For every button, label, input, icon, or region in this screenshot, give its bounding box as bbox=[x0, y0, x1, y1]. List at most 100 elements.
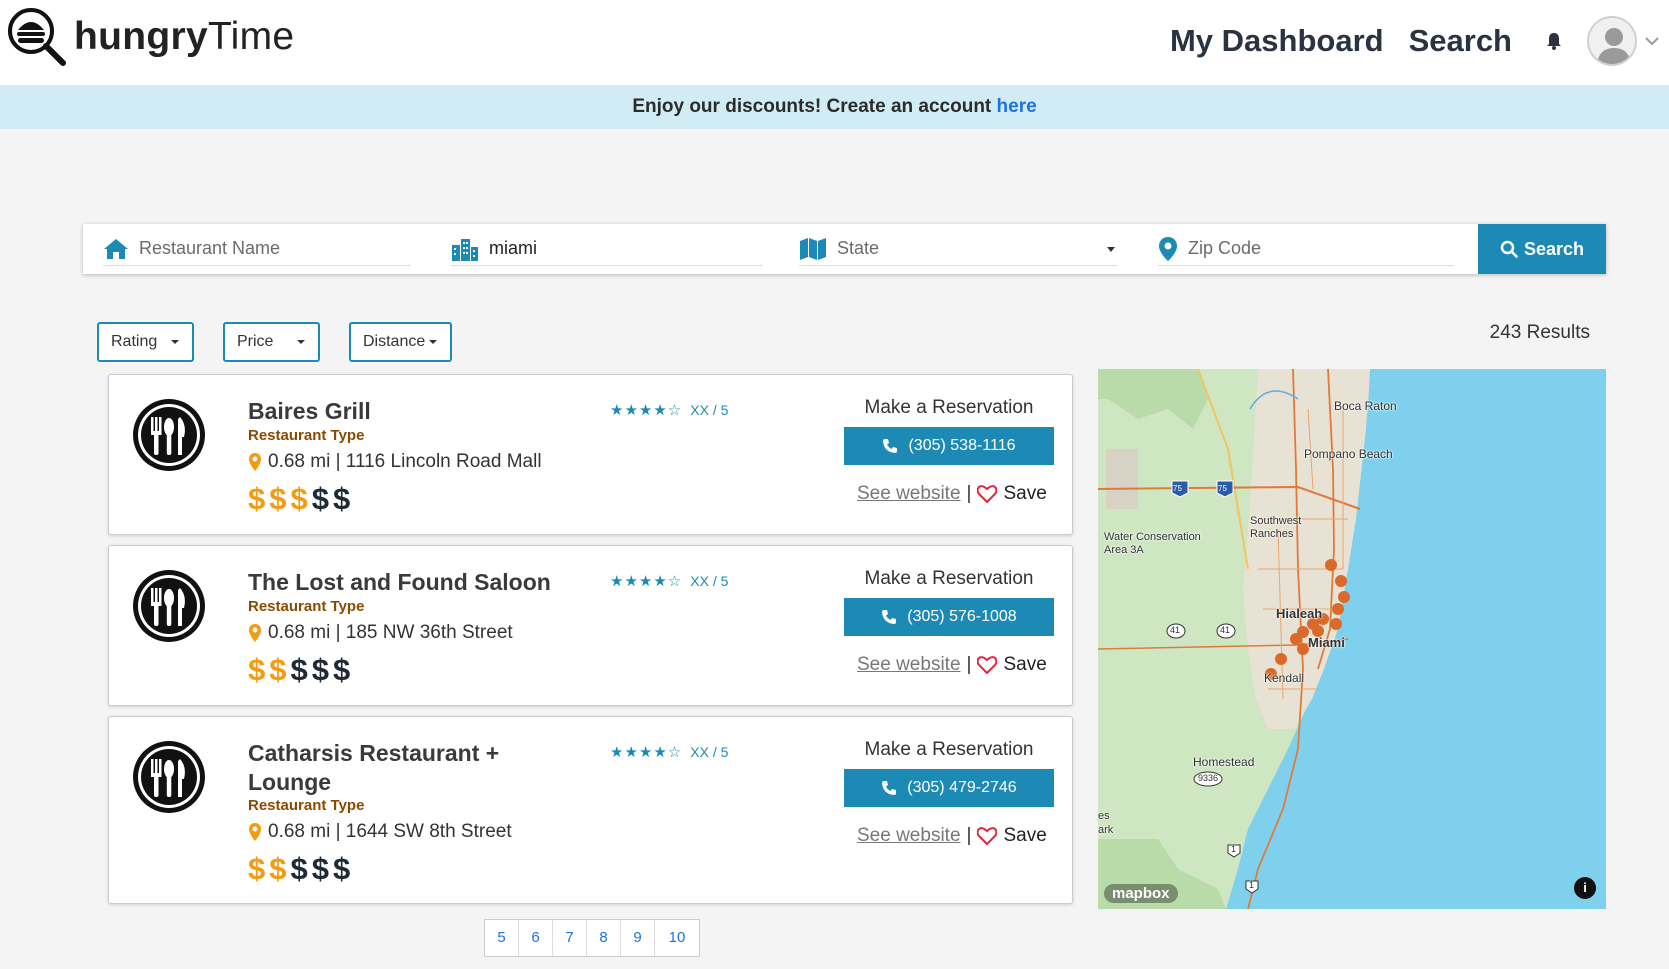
results-count: 243 Results bbox=[1489, 322, 1590, 343]
search-icon bbox=[1500, 240, 1518, 258]
highway-shield: 1 bbox=[1231, 844, 1237, 854]
rating-filter[interactable]: Rating bbox=[97, 322, 194, 362]
reservation-label: Make a Reservation bbox=[864, 397, 1034, 418]
search-button[interactable]: Search bbox=[1478, 224, 1606, 274]
location-pin-icon bbox=[249, 453, 261, 471]
restaurant-card: Baires Grill Restaurant Type 0.68 mi | 1… bbox=[108, 374, 1073, 535]
price-dollar: $ bbox=[290, 652, 312, 687]
restaurant-card: The Lost and Found Saloon Restaurant Typ… bbox=[108, 545, 1073, 706]
restaurant-name[interactable]: The Lost and Found Saloon bbox=[248, 568, 578, 597]
top-nav: My Dashboard Search bbox=[1170, 12, 1669, 70]
highway-shield: 9336 bbox=[1198, 773, 1219, 783]
see-website-link[interactable]: See website bbox=[857, 825, 961, 847]
save-label: Save bbox=[1003, 483, 1047, 504]
price-dollar: $ bbox=[333, 652, 355, 687]
phone-icon bbox=[882, 610, 897, 624]
call-button[interactable]: (305) 576-1008 bbox=[844, 598, 1054, 636]
price-level: $$$$$ bbox=[248, 652, 354, 688]
map-label: Miami bbox=[1308, 635, 1345, 650]
user-icon bbox=[1597, 28, 1631, 64]
call-button[interactable]: (305) 538-1116 bbox=[844, 427, 1054, 465]
mapbox-logo[interactable]: mapbox bbox=[1104, 884, 1178, 903]
city-buildings-icon bbox=[452, 238, 478, 261]
rating-stars: ★★★★☆ XX / 5 bbox=[610, 743, 728, 761]
reservation-label: Make a Reservation bbox=[864, 568, 1034, 589]
state-select[interactable] bbox=[799, 232, 1117, 266]
nav-my-dashboard[interactable]: My Dashboard bbox=[1170, 23, 1384, 59]
highway-shield: 75 bbox=[1218, 484, 1227, 493]
phone-icon bbox=[882, 781, 897, 795]
see-website-link[interactable]: See website bbox=[857, 654, 961, 676]
highway-shield: 1 bbox=[1249, 880, 1255, 890]
price-dollar: $ bbox=[269, 652, 291, 687]
price-dollar: $ bbox=[290, 851, 312, 886]
rating-score: XX / 5 bbox=[690, 744, 729, 760]
price-filter[interactable]: Price bbox=[223, 322, 320, 362]
results-map[interactable]: Boca Raton Pompano Beach Southwest Ranch… bbox=[1098, 369, 1606, 909]
banner-text: Enjoy our discounts! Create an account bbox=[632, 96, 997, 117]
zip-code-input[interactable] bbox=[1188, 238, 1454, 259]
reservation-label: Make a Reservation bbox=[864, 739, 1034, 760]
star-icons: ★★★★☆ bbox=[610, 402, 683, 419]
see-website-link[interactable]: See website bbox=[857, 483, 961, 505]
chevron-down-icon[interactable] bbox=[1643, 32, 1661, 50]
restaurant-name-input[interactable] bbox=[139, 238, 411, 259]
save-button[interactable]: Save bbox=[977, 825, 1047, 847]
price-filter-label: Price bbox=[237, 333, 274, 350]
page-link[interactable]: 9 bbox=[621, 920, 655, 956]
restaurant-type: Restaurant Type bbox=[248, 427, 365, 444]
map-label: Water Conservation Area 3A bbox=[1104, 531, 1201, 556]
save-label: Save bbox=[1003, 825, 1047, 846]
nav-search[interactable]: Search bbox=[1409, 23, 1512, 59]
restaurant-location-text: 0.68 mi | 185 NW 36th Street bbox=[268, 622, 513, 643]
fork-knife-icon bbox=[133, 399, 205, 471]
map-label: es ark bbox=[1098, 810, 1114, 836]
home-icon bbox=[104, 238, 128, 259]
price-dollar: $ bbox=[248, 652, 270, 687]
card-actions: See website | Save bbox=[857, 654, 1047, 676]
logo[interactable]: hungryTime bbox=[6, 6, 294, 68]
search-bar: Search bbox=[83, 224, 1606, 274]
page-link[interactable]: 7 bbox=[553, 920, 587, 956]
restaurant-name[interactable]: Baires Grill bbox=[248, 397, 578, 426]
banner-link[interactable]: here bbox=[997, 96, 1037, 117]
price-dollar: $ bbox=[269, 851, 291, 886]
phone-icon bbox=[883, 439, 898, 453]
rating-stars: ★★★★☆ XX / 5 bbox=[610, 401, 728, 419]
city-input[interactable] bbox=[489, 238, 763, 259]
page-link[interactable]: 8 bbox=[587, 920, 621, 956]
highway-shield: 41 bbox=[1220, 625, 1231, 635]
divider: | bbox=[966, 654, 972, 675]
price-dollar: $ bbox=[311, 851, 333, 886]
bell-icon[interactable] bbox=[1543, 30, 1565, 52]
location-pin-icon bbox=[1159, 236, 1177, 261]
fork-knife-icon bbox=[133, 570, 205, 642]
restaurant-type: Restaurant Type bbox=[248, 797, 365, 814]
price-dollar: $ bbox=[311, 652, 333, 687]
price-dollar: $ bbox=[333, 851, 355, 886]
location-pin-icon bbox=[249, 823, 261, 841]
page-link[interactable]: 5 bbox=[485, 920, 519, 956]
divider: | bbox=[966, 483, 972, 504]
price-dollar: $ bbox=[333, 481, 355, 516]
phone-number: (305) 479-2746 bbox=[907, 779, 1017, 796]
map-label: Hialeah bbox=[1276, 606, 1323, 621]
save-button[interactable]: Save bbox=[977, 654, 1047, 676]
page-link[interactable]: 10 bbox=[655, 920, 699, 956]
distance-filter[interactable]: Distance bbox=[349, 322, 452, 362]
restaurant-location: 0.68 mi | 1116 Lincoln Road Mall bbox=[248, 451, 542, 473]
avatar[interactable] bbox=[1587, 16, 1637, 66]
price-dollar: $ bbox=[311, 481, 333, 516]
restaurant-location: 0.68 mi | 1644 SW 8th Street bbox=[248, 821, 512, 843]
restaurant-name[interactable]: Catharsis Restaurant + Lounge bbox=[248, 739, 538, 797]
price-dollar: $ bbox=[248, 481, 270, 516]
card-actions: See website | Save bbox=[857, 483, 1047, 505]
heart-icon bbox=[977, 656, 998, 674]
restaurant-type: Restaurant Type bbox=[248, 598, 365, 615]
restaurant-location-text: 0.68 mi | 1116 Lincoln Road Mall bbox=[268, 451, 542, 472]
call-button[interactable]: (305) 479-2746 bbox=[844, 769, 1054, 807]
save-button[interactable]: Save bbox=[977, 483, 1047, 505]
info-icon[interactable]: i bbox=[1574, 877, 1596, 899]
page-link[interactable]: 6 bbox=[519, 920, 553, 956]
state-input[interactable] bbox=[837, 238, 1105, 259]
